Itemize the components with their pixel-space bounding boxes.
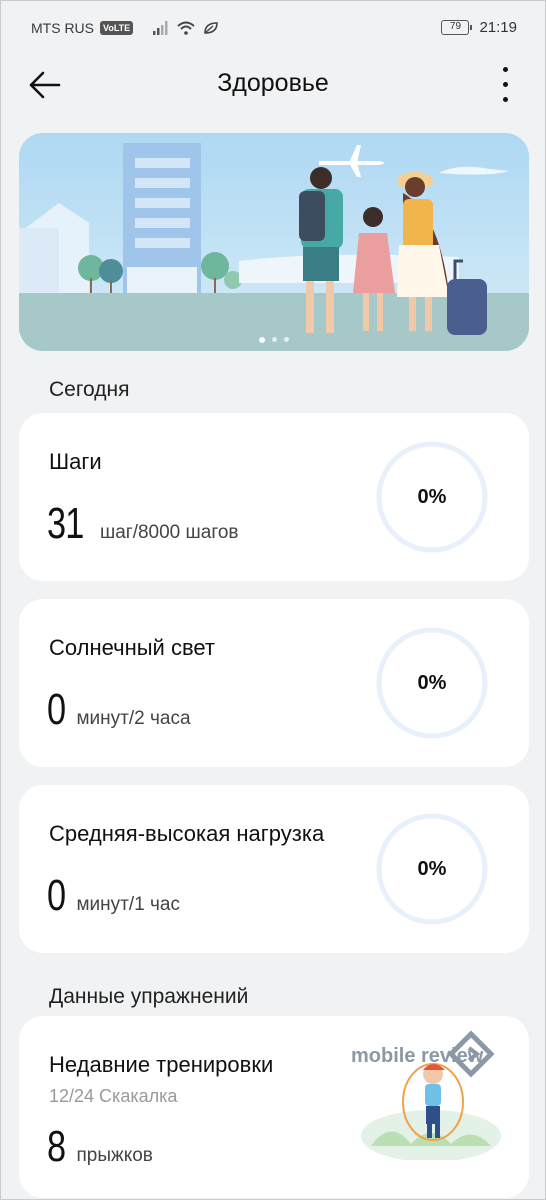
battery-level: 79 [449, 21, 462, 32]
family-travel-illustration [19, 133, 529, 351]
progress-percent: 0% [417, 857, 447, 880]
more-vertical-icon [502, 66, 508, 72]
progress-percent: 0% [417, 671, 447, 694]
card-value-row: 8 прыжков [47, 1122, 153, 1172]
card-title: Средняя-высокая нагрузка [49, 821, 325, 846]
card-value-row: 31 шаг/8000 шагов [47, 499, 239, 549]
signal-icon [153, 21, 168, 35]
progress-ring: 0% [375, 626, 489, 740]
progress-percent: 0% [417, 485, 447, 508]
carousel-dots [19, 337, 529, 343]
progress-ring: 0% [375, 440, 489, 554]
wifi-icon [177, 21, 195, 35]
card-title: Недавние тренировки [49, 1052, 274, 1077]
card-value: 31 [47, 499, 84, 548]
sunlight-card[interactable]: Солнечный свет 0 минут/2 часа 0% [19, 599, 529, 767]
card-unit: шаг/8000 шагов [99, 522, 239, 543]
card-title: Шаги [49, 449, 102, 474]
carousel-dot[interactable] [272, 337, 277, 342]
volte-badge: VoLTE [100, 21, 134, 35]
card-value: 0 [47, 871, 66, 920]
card-title: Солнечный свет [49, 635, 215, 660]
carrier-label: MTS RUS [31, 20, 94, 36]
card-unit: минут/2 часа [76, 708, 191, 729]
card-value: 0 [47, 685, 66, 734]
more-options-button[interactable] [493, 61, 517, 107]
battery-icon: 79 [441, 20, 473, 35]
carousel-dot[interactable] [284, 337, 289, 342]
workout-subtitle: 12/24 Скакалка [49, 1086, 178, 1106]
page-title: Здоровье [217, 69, 329, 97]
card-value-row: 0 минут/1 час [47, 871, 180, 921]
card-value-row: 0 минут/2 часа [47, 685, 191, 735]
card-unit: минут/1 час [76, 894, 180, 915]
leaf-icon [204, 22, 218, 34]
app-bar: Здоровье [1, 57, 545, 121]
steps-card[interactable]: Шаги 31 шаг/8000 шагов 0% [19, 413, 529, 581]
card-unit: прыжков [76, 1145, 153, 1166]
progress-ring: 0% [375, 812, 489, 926]
activity-load-card[interactable]: Средняя-высокая нагрузка 0 минут/1 час 0… [19, 785, 529, 953]
card-value: 8 [47, 1122, 66, 1171]
status-bar: MTS RUS VoLTE 79 21:19 [1, 1, 545, 57]
carousel-dot-active[interactable] [259, 337, 265, 343]
promo-banner[interactable] [19, 133, 529, 351]
clock: 21:19 [479, 19, 517, 36]
jump-rope-illustration: mobile review [351, 1026, 501, 1162]
section-today-label: Сегодня [49, 378, 130, 401]
section-exercise-label: Данные упражнений [49, 985, 249, 1008]
recent-workouts-card[interactable]: Недавние тренировки 12/24 Скакалка 8 пры… [19, 1016, 529, 1198]
